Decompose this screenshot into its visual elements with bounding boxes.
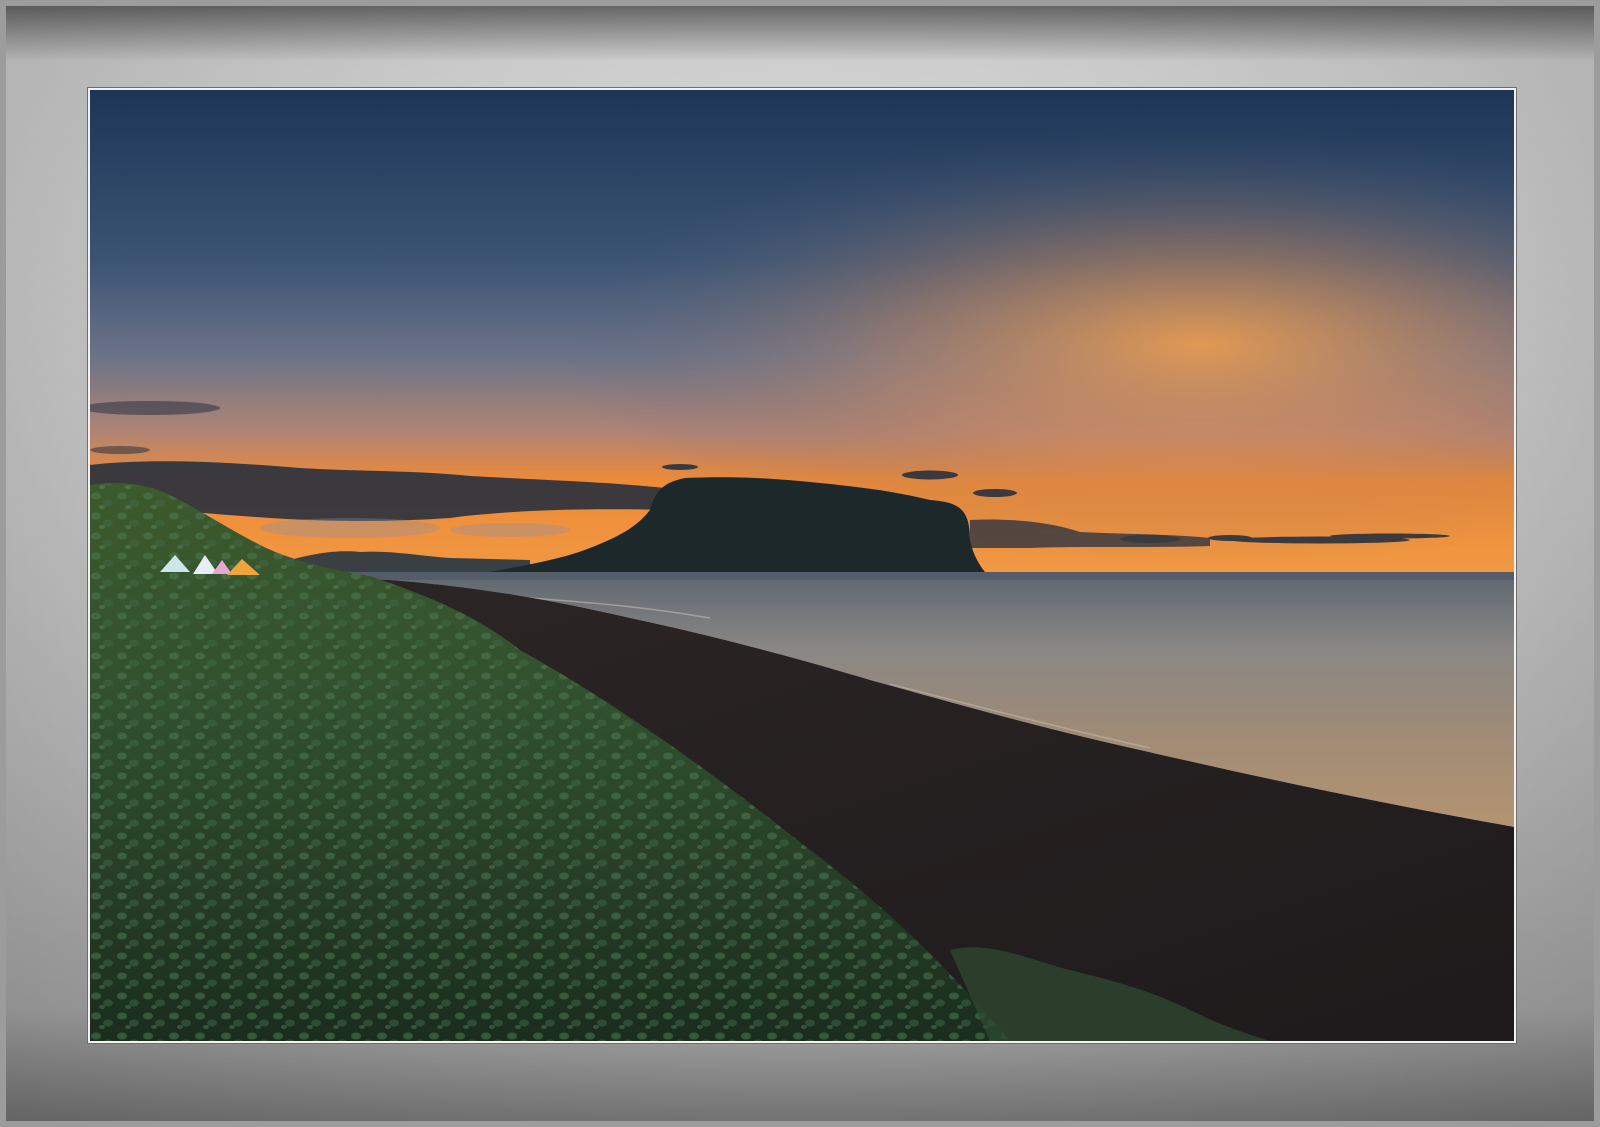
coastal-sunset-photo <box>90 90 1514 1041</box>
photo <box>88 88 1516 1043</box>
